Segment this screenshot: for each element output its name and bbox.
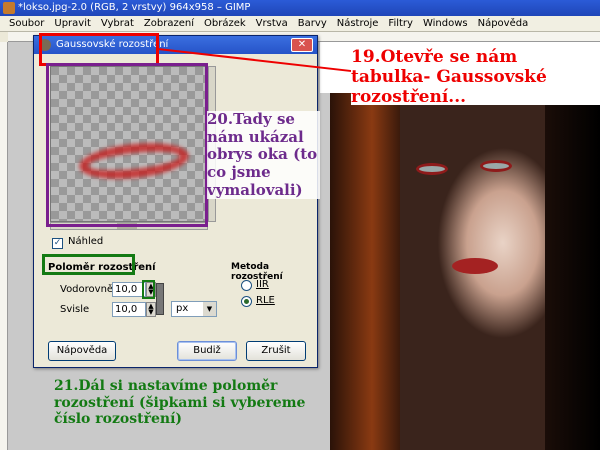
unit-select[interactable]: px ▼	[171, 301, 217, 317]
portrait-eye-right	[480, 160, 512, 172]
method-iir-radio[interactable]	[241, 280, 252, 291]
help-button[interactable]: Nápověda	[48, 341, 116, 361]
method-rle-radio[interactable]	[241, 296, 252, 307]
portrait-hair-left	[330, 93, 400, 450]
annotation-box-radius	[42, 254, 135, 275]
menu-bar: Soubor Upravit Vybrat Zobrazení Obrázek …	[0, 16, 600, 32]
menu-napoveda[interactable]: Nápověda	[473, 16, 534, 31]
menu-vrstva[interactable]: Vrstva	[251, 16, 293, 31]
annotation-step-19: 19.Otevře se nám tabulka- Gaussovské roz…	[351, 47, 600, 107]
ok-button[interactable]: Budiž	[177, 341, 237, 361]
menu-soubor[interactable]: Soubor	[4, 16, 49, 31]
window-titlebar: *lokso.jpg-2.0 (RGB, 2 vrstvy) 964x958 –…	[0, 0, 600, 16]
vertical-spin-arrows-icon[interactable]: ▲ ▼	[146, 302, 156, 317]
vertical-label: Svisle	[60, 304, 90, 315]
menu-upravit[interactable]: Upravit	[49, 16, 96, 31]
window-title: *lokso.jpg-2.0 (RGB, 2 vrstvy) 964x958 –…	[18, 2, 251, 13]
method-rle-label: RLE	[256, 295, 275, 306]
preview-label: Náhled	[68, 236, 104, 247]
menu-barvy[interactable]: Barvy	[293, 16, 332, 31]
vertical-radius-input[interactable]: 10,0	[112, 302, 146, 317]
portrait-eye-left	[416, 163, 448, 175]
menu-windows[interactable]: Windows	[418, 16, 473, 31]
menu-vybrat[interactable]: Vybrat	[96, 16, 139, 31]
preview-checkbox[interactable]: ✓	[52, 238, 63, 249]
blur-method-heading: Metoda rozostření	[231, 262, 283, 282]
chain-link-icon[interactable]	[156, 283, 164, 315]
portrait-lips	[452, 258, 498, 274]
close-icon[interactable]: ✕	[291, 38, 313, 52]
portrait-hair-right	[545, 93, 600, 450]
menu-nastroje[interactable]: Nástroje	[332, 16, 384, 31]
menu-filtry[interactable]: Filtry	[383, 16, 418, 31]
unit-value: px	[176, 303, 189, 314]
chevron-down-icon[interactable]: ▼	[203, 302, 216, 316]
annotation-box-chain	[142, 280, 155, 299]
annotation-step-21: 21.Dál si nastavíme poloměr rozostření (…	[54, 378, 306, 428]
horizontal-radius-input[interactable]: 10,0	[112, 282, 146, 297]
method-iir-label: IIR	[256, 279, 269, 290]
gimp-app-icon	[3, 2, 15, 14]
menu-obrazek[interactable]: Obrázek	[199, 16, 251, 31]
menu-zobrazeni[interactable]: Zobrazení	[139, 16, 199, 31]
annotation-box-preview	[46, 63, 208, 227]
ruler-left	[0, 42, 8, 450]
cancel-button[interactable]: Zrušit	[246, 341, 306, 361]
annotation-step-20: 20.Tady se nám ukázal obrys oka (to co j…	[207, 110, 320, 200]
horizontal-label: Vodorovně	[60, 284, 114, 295]
annotation-box-title	[39, 33, 159, 66]
